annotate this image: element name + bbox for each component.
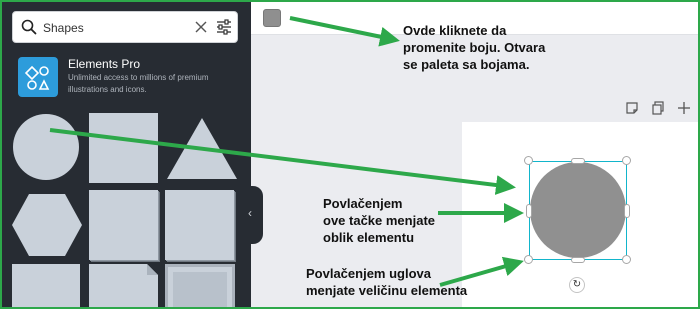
arrow-to-circle-tile xyxy=(49,128,516,195)
arrow-to-color-swatch xyxy=(289,16,400,47)
annotation-arrows xyxy=(49,16,524,287)
arrow-to-corner-handle xyxy=(439,256,524,287)
